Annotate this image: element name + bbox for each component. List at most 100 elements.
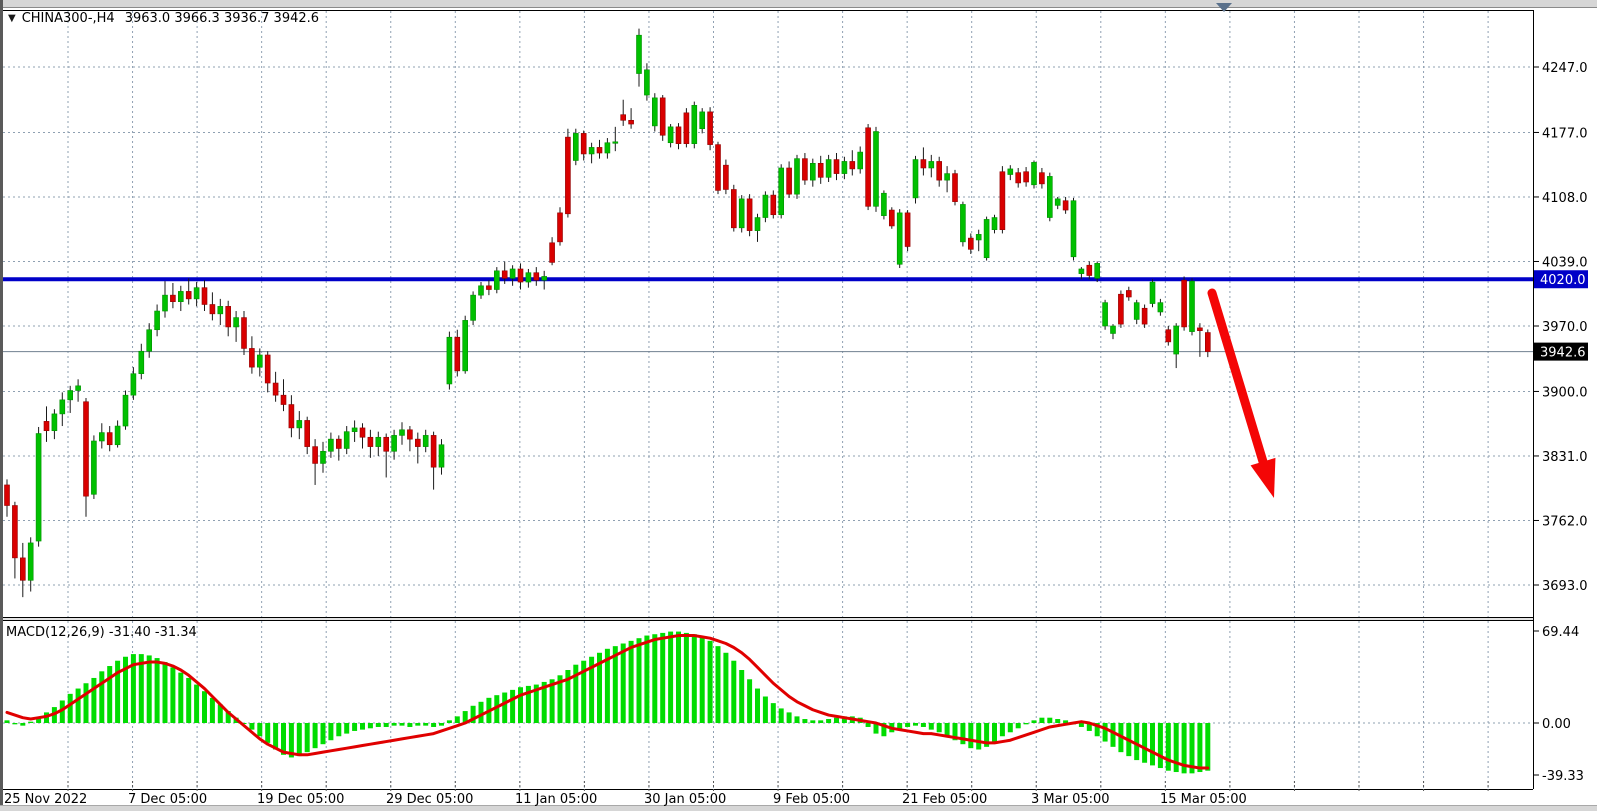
arrow-shaft[interactable] [1212, 293, 1265, 467]
macd-histogram-bar [866, 723, 871, 727]
candle-up [147, 330, 152, 352]
macd-histogram-bar [273, 723, 278, 750]
macd-histogram-bar [1032, 720, 1037, 723]
candle-up [99, 433, 104, 441]
macd-histogram-bar [1158, 723, 1163, 768]
macd-histogram-bar [163, 662, 168, 723]
candle-up [613, 142, 618, 144]
candle-up [826, 160, 831, 178]
macd-histogram-bar [723, 653, 728, 723]
macd-histogram-bar [1039, 718, 1044, 723]
macd-histogram-bar [1055, 719, 1060, 723]
candle-up [131, 374, 136, 396]
candle-up [463, 320, 468, 370]
candle-down [723, 165, 728, 189]
macd-histogram-bar [210, 698, 215, 723]
macd-histogram-bar [629, 641, 634, 723]
candle-down [186, 291, 191, 298]
candle-down [621, 115, 626, 121]
candle-up [992, 218, 997, 230]
candle-down [1142, 308, 1147, 324]
candle-up [1150, 282, 1155, 304]
macd-histogram-bar [186, 678, 191, 723]
macd-histogram-bar [360, 723, 365, 730]
candle-up [779, 168, 784, 215]
chart-canvas[interactable]: 4247.04177.04108.04039.03970.03900.03831… [0, 0, 1597, 811]
candle-up [376, 437, 381, 446]
macd-histogram-bar [328, 723, 333, 740]
macd-histogram-bar [976, 723, 981, 750]
candle-up [60, 400, 65, 414]
candle-up [1047, 176, 1052, 217]
macd-histogram-bar [676, 632, 681, 723]
macd-indicator-label: MACD(12,26,9) -31.40 -31.34 [6, 625, 197, 640]
candle-up [155, 311, 160, 330]
candle-up [257, 355, 262, 367]
macd-histogram-bar [502, 693, 507, 723]
macd-histogram-bar [297, 723, 302, 756]
arrow-head[interactable] [1251, 458, 1276, 498]
candle-up [637, 35, 642, 73]
window-left-edge [0, 0, 3, 811]
candle-down [502, 271, 507, 278]
macd-histogram-bar [518, 687, 523, 723]
macd-histogram-bar [265, 723, 270, 743]
candle-up [542, 276, 547, 280]
macd-histogram-bar [818, 720, 823, 723]
macd-histogram-bar [960, 723, 965, 744]
candle-up [605, 143, 610, 153]
candle-up [1008, 169, 1013, 175]
candle-up [439, 445, 444, 467]
time-axis-label: 30 Jan 05:00 [644, 792, 726, 807]
horizontal-blue-line[interactable] [3, 277, 1533, 281]
price-hline-4020[interactable] [3, 277, 1533, 281]
trend-arrow[interactable] [1212, 293, 1275, 498]
macd-histogram-bar [407, 723, 412, 727]
candle-down [747, 199, 752, 231]
candle-up [28, 543, 33, 580]
candle-up [447, 337, 452, 384]
macd-axis-label: 69.44 [1542, 625, 1579, 640]
macd-histogram-bar [147, 655, 152, 723]
candle-up [76, 386, 81, 391]
candle-up [178, 291, 183, 301]
macd-histogram-bar [12, 723, 17, 724]
candle-down [265, 355, 270, 383]
symbol-dropdown-icon[interactable]: ▼ [8, 13, 16, 24]
candle-down [953, 174, 958, 202]
candle-down [273, 383, 278, 395]
candle-up [874, 132, 879, 207]
candle-down [771, 195, 776, 215]
candle-down [360, 428, 365, 437]
candle-down [313, 447, 318, 464]
price-axis-label: 3693.0 [1542, 579, 1588, 594]
candle-down [431, 435, 436, 467]
window-top-edge [0, 0, 1597, 7]
macd-histogram-bar [68, 694, 73, 723]
candle-down [486, 286, 491, 290]
candle-up [1032, 162, 1037, 184]
price-axis-label: 3970.0 [1542, 320, 1588, 335]
macd-histogram-bar [344, 723, 349, 734]
macd-histogram-bar [834, 718, 839, 723]
candle-up [976, 234, 981, 240]
price-axis-label: 4039.0 [1542, 255, 1588, 270]
macd-histogram-bar [708, 641, 713, 723]
candle-up [1103, 303, 1108, 326]
macd-histogram-bar [660, 633, 665, 723]
candle-down [850, 161, 855, 168]
time-axis-label: 25 Nov 2022 [4, 792, 87, 807]
price-axis-label: 4177.0 [1542, 126, 1588, 141]
candle-up [984, 219, 989, 257]
candle-down [1000, 172, 1005, 230]
macd-histogram-bar [763, 697, 768, 724]
candle-up [115, 426, 120, 445]
candle-down [708, 112, 713, 145]
macd-histogram-bar [621, 644, 626, 724]
macd-histogram-bar [455, 716, 460, 723]
time-axis-label: 3 Mar 05:00 [1031, 792, 1110, 807]
macd-histogram-bar [313, 723, 318, 748]
macd-histogram-bar [1000, 723, 1005, 736]
candle-up [139, 351, 144, 373]
candle-down [787, 168, 792, 194]
